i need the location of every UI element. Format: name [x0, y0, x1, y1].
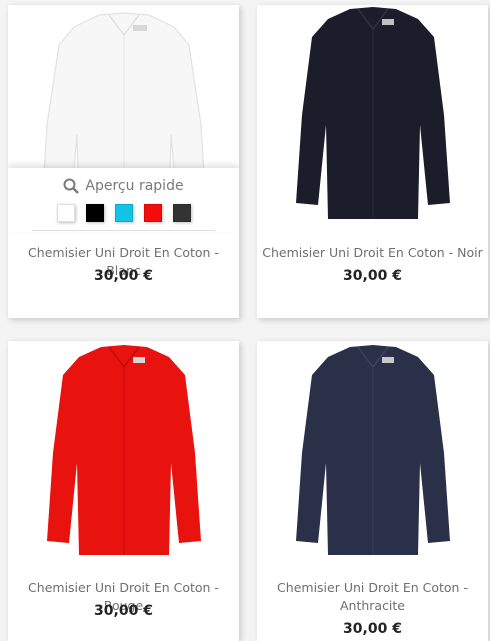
product-image-blanc[interactable] [8, 5, 239, 175]
swatch-anthracite[interactable] [172, 204, 191, 222]
product-image-noir[interactable] [257, 5, 488, 227]
product-price: 30,00 € [343, 621, 402, 637]
product-name[interactable]: Chemisier Uni Droit En Coton - Noir [257, 244, 488, 262]
shirt-image [42, 12, 205, 175]
swatch-cyan[interactable] [114, 204, 133, 222]
divider [32, 230, 215, 231]
search-icon [63, 178, 80, 194]
quick-view-label: Aperçu rapide [85, 178, 184, 194]
product-card-anthracite[interactable]: Chemisier Uni Droit En Coton - Anthracit… [257, 341, 488, 641]
swatch-black[interactable] [85, 204, 104, 222]
product-image-anthracite[interactable] [257, 341, 488, 563]
swatch-white[interactable] [56, 204, 75, 222]
color-swatches [8, 204, 239, 222]
quick-view-button[interactable]: Aperçu rapide [8, 178, 239, 194]
product-name[interactable]: Chemisier Uni Droit En Coton - Anthracit… [257, 579, 488, 615]
product-price: 30,00 € [94, 603, 153, 619]
shirt-image [46, 345, 201, 555]
quick-view-panel: Aperçu rapide [8, 168, 239, 232]
swatch-red[interactable] [143, 204, 162, 222]
product-card-noir[interactable]: Chemisier Uni Droit En Coton - Noir 30,0… [257, 5, 488, 318]
product-card-blanc[interactable]: Aperçu rapide Chemisier Uni Droit En Cot… [8, 5, 239, 318]
shirt-image [295, 345, 450, 555]
product-price: 30,00 € [94, 268, 153, 284]
product-image-rouge[interactable] [8, 341, 239, 563]
shirt-image [295, 7, 450, 219]
product-price: 30,00 € [343, 268, 402, 284]
product-card-rouge[interactable]: Chemisier Uni Droit En Coton - Rouge 30,… [8, 341, 239, 641]
